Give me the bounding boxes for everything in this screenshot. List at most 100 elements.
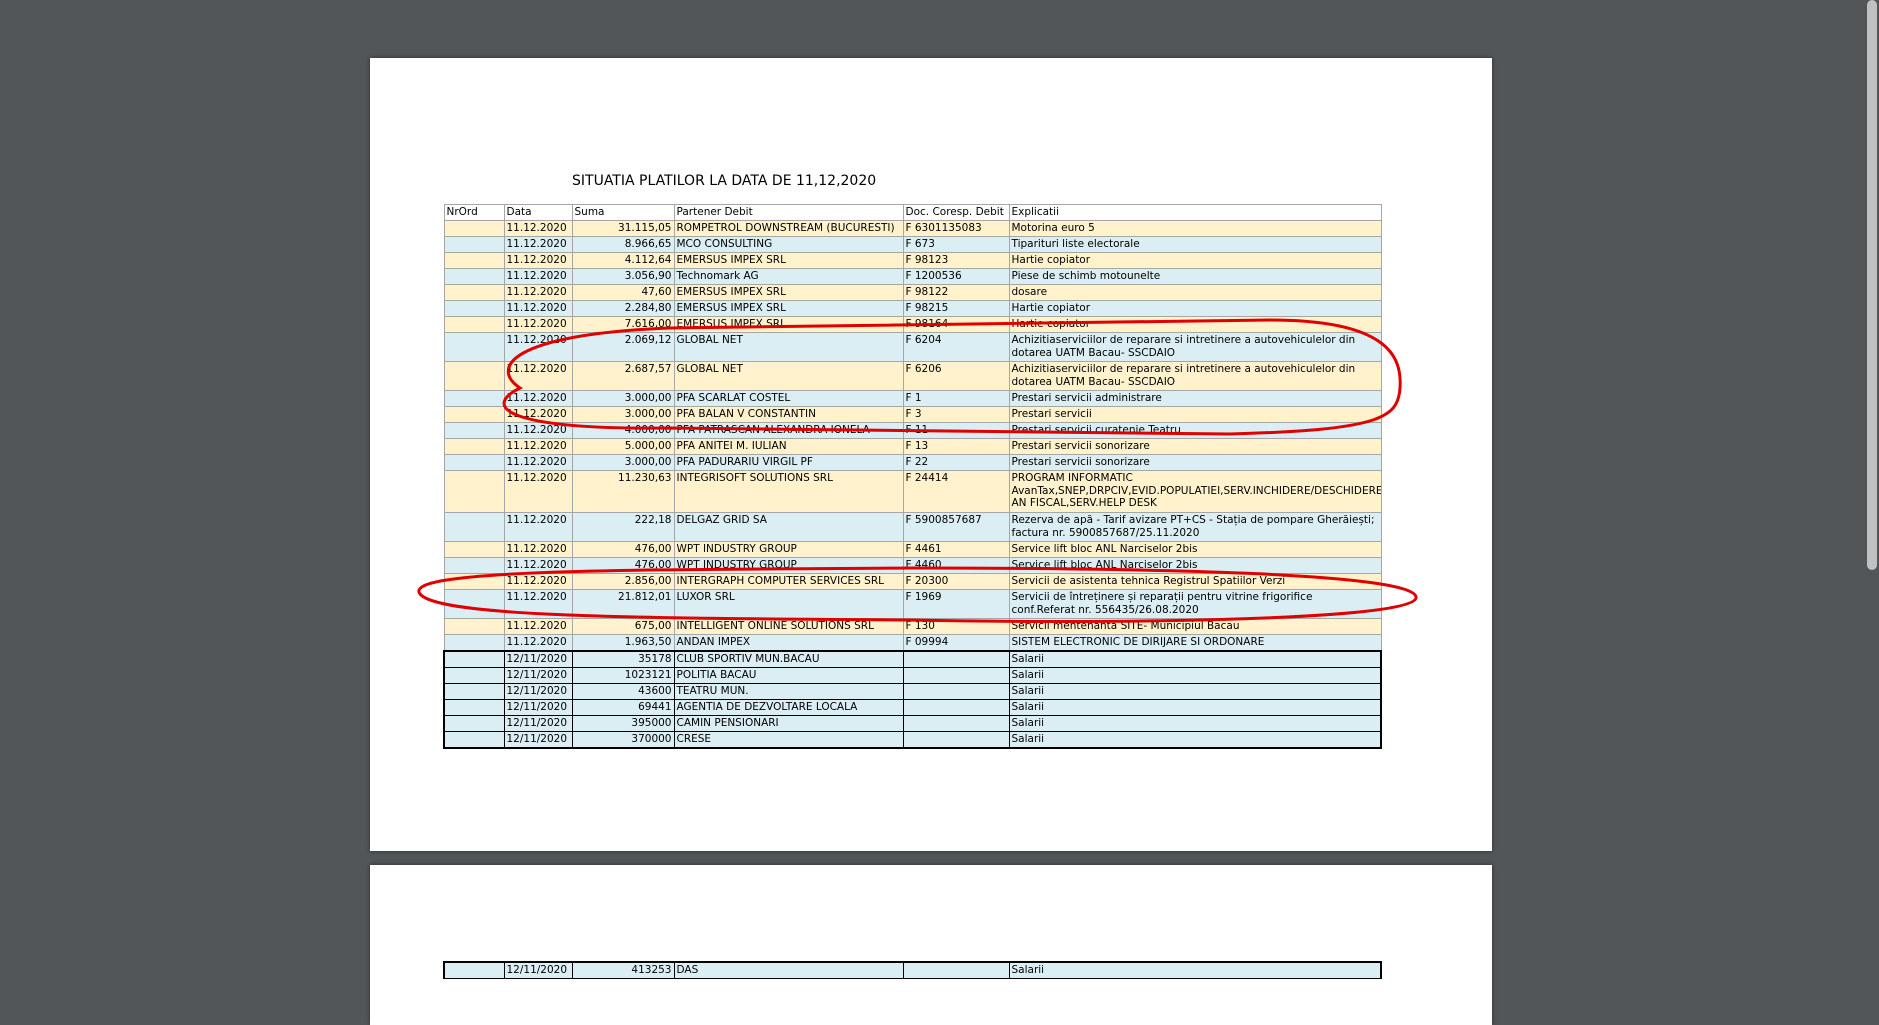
cell-explicatii: Hartie copiator — [1008, 316, 1382, 333]
table-row: 11.12.2020 8.966,65 MCO CONSULTING F 673 Tip… — [443, 236, 1382, 253]
table-row: 11.12.2020 5.000,00 PFA ANITEI M. IULIAN F … — [443, 438, 1382, 455]
cell-nrord — [443, 961, 505, 979]
cell-doc: F 1 — [902, 390, 1010, 407]
cell-data: 12/11/2020 — [503, 683, 573, 700]
cell-explicatii: Salarii — [1008, 961, 1382, 979]
cell-suma: 476,00 — [571, 557, 675, 574]
cell-partener: INTEGRISOFT SOLUTIONS SRL — [673, 470, 904, 513]
cell-explicatii: Service lift bloc ANL Narciselor 2bis — [1008, 541, 1382, 558]
cell-suma: 7.616,00 — [571, 316, 675, 333]
table-header-row: NrOrd Data Suma Partener Debit Doc. Core… — [443, 204, 1382, 221]
cell-data: 11.12.2020 — [503, 361, 573, 391]
cell-data: 12/11/2020 — [503, 731, 573, 749]
cell-partener: EMERSUS IMPEX SRL — [673, 252, 904, 269]
cell-data: 11.12.2020 — [503, 236, 573, 253]
payments-table-continued: 12/11/2020 413253 DAS Salarii — [443, 961, 1382, 979]
cell-explicatii: Hartie copiator — [1008, 300, 1382, 317]
cell-suma: 2.069,12 — [571, 332, 675, 362]
cell-explicatii: Salarii — [1008, 683, 1382, 700]
cell-suma: 3.000,00 — [571, 454, 675, 471]
table-row: 11.12.2020 21.812,01 LUXOR SRL F 1969 Servic… — [443, 589, 1382, 619]
cell-partener: INTERGRAPH COMPUTER SERVICES SRL — [673, 573, 904, 590]
cell-data: 11.12.2020 — [503, 390, 573, 407]
cell-nrord — [443, 618, 505, 635]
cell-suma: 4.112,64 — [571, 252, 675, 269]
cell-explicatii: Motorina euro 5 — [1008, 220, 1382, 237]
cell-partener: ANDAN IMPEX — [673, 634, 904, 652]
cell-data: 11.12.2020 — [503, 634, 573, 652]
cell-explicatii: Piese de schimb motounelte — [1008, 268, 1382, 285]
cell-suma: 395000 — [571, 715, 675, 732]
cell-nrord — [443, 699, 505, 716]
cell-partener: LUXOR SRL — [673, 589, 904, 619]
cell-data: 11.12.2020 — [503, 422, 573, 439]
cell-nrord — [443, 715, 505, 732]
cell-explicatii: Service lift bloc ANL Narciselor 2bis — [1008, 557, 1382, 574]
cell-suma: 21.812,01 — [571, 589, 675, 619]
cell-doc — [902, 715, 1010, 732]
cell-partener: WPT INDUSTRY GROUP — [673, 557, 904, 574]
table-row: 11.12.2020 3.000,00 PFA PADURARIU VIRGIL P… — [443, 454, 1382, 471]
cell-nrord — [443, 236, 505, 253]
cell-nrord — [443, 731, 505, 749]
table-row: 11.12.2020 476,00 WPT INDUSTRY GROUP F 4460… — [443, 557, 1382, 574]
cell-data: 11.12.2020 — [503, 406, 573, 423]
cell-nrord — [443, 361, 505, 391]
cell-suma: 2.284,80 — [571, 300, 675, 317]
cell-nrord — [443, 252, 505, 269]
cell-explicatii: Prestari servicii administrare — [1008, 390, 1382, 407]
cell-suma: 2.687,57 — [571, 361, 675, 391]
table-row: 11.12.2020 3.056,90 Technomark AG F 1200536… — [443, 268, 1382, 285]
table-row: 12/11/2020 43600 TEATRU MUN. Salarii — [443, 683, 1382, 700]
cell-doc: F 673 — [902, 236, 1010, 253]
cell-doc: F 1200536 — [902, 268, 1010, 285]
table-row: 11.12.2020 11.230,63 INTEGRISOFT SOLUTIONS… — [443, 470, 1382, 513]
cell-doc: F 1969 — [902, 589, 1010, 619]
table-row: 12/11/2020 35178 CLUB SPORTIV MUN.BACAU Sal… — [443, 650, 1382, 668]
cell-partener: DAS — [673, 961, 904, 979]
cell-data: 12/11/2020 — [503, 699, 573, 716]
cell-partener: CRESE — [673, 731, 904, 749]
cell-partener: GLOBAL NET — [673, 332, 904, 362]
cell-suma: 675,00 — [571, 618, 675, 635]
cell-explicatii: Achizitiaserviciilor de reparare si intr… — [1008, 332, 1382, 362]
cell-suma: 47,60 — [571, 284, 675, 301]
cell-doc — [902, 667, 1010, 684]
cell-explicatii: PROGRAM INFORMATIC AvanTax,SNEP,DRPCIV,E… — [1008, 470, 1382, 513]
cell-nrord — [443, 470, 505, 513]
scrollbar-thumb[interactable] — [1867, 0, 1877, 570]
table-row: 11.12.2020 476,00 WPT INDUSTRY GROUP F 4461… — [443, 541, 1382, 558]
cell-partener: PFA ANITEI M. IULIAN — [673, 438, 904, 455]
cell-data: 11.12.2020 — [503, 618, 573, 635]
cell-nrord — [443, 332, 505, 362]
cell-doc: F 98122 — [902, 284, 1010, 301]
cell-partener: DELGAZ GRID SA — [673, 512, 904, 542]
table-row: 11.12.2020 4.112,64 EMERSUS IMPEX SRL F 981… — [443, 252, 1382, 269]
cell-explicatii: Prestari servicii — [1008, 406, 1382, 423]
cell-suma: 1023121 — [571, 667, 675, 684]
cell-data: 12/11/2020 — [503, 715, 573, 732]
cell-data: 11.12.2020 — [503, 541, 573, 558]
cell-suma: 3.000,00 — [571, 406, 675, 423]
pdf-page-2: 12/11/2020 413253 DAS Salarii — [370, 865, 1492, 1025]
cell-nrord — [443, 422, 505, 439]
cell-partener: Technomark AG — [673, 268, 904, 285]
cell-data: 11.12.2020 — [503, 300, 573, 317]
cell-nrord — [443, 634, 505, 652]
cell-data: 11.12.2020 — [503, 252, 573, 269]
cell-doc: F 5900857687 — [902, 512, 1010, 542]
cell-explicatii: Hartie copiator — [1008, 252, 1382, 269]
cell-data: 11.12.2020 — [503, 589, 573, 619]
cell-partener: PFA PADURARIU VIRGIL PF — [673, 454, 904, 471]
table-row: 11.12.2020 222,18 DELGAZ GRID SA F 59008576… — [443, 512, 1382, 542]
cell-nrord — [443, 406, 505, 423]
cell-doc: F 09994 — [902, 634, 1010, 652]
cell-partener: MCO CONSULTING — [673, 236, 904, 253]
cell-doc: F 20300 — [902, 573, 1010, 590]
table-row: 12/11/2020 413253 DAS Salarii — [443, 961, 1382, 979]
cell-data: 11.12.2020 — [503, 220, 573, 237]
cell-nrord — [443, 438, 505, 455]
vertical-scrollbar[interactable] — [1863, 0, 1879, 977]
cell-partener: EMERSUS IMPEX SRL — [673, 316, 904, 333]
cell-doc: F 24414 — [902, 470, 1010, 513]
